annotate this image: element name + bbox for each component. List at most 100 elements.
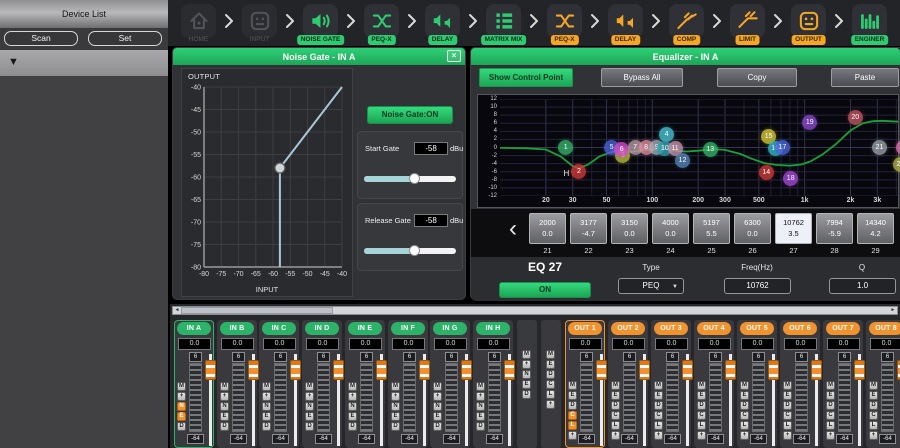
channel-button-d[interactable]: D: [305, 422, 314, 431]
eqbars-icon[interactable]: [852, 4, 887, 38]
channel-button-e[interactable]: E: [568, 391, 577, 400]
channel-button-d[interactable]: D: [697, 401, 706, 410]
eq-band-cell-26[interactable]: 63000.0: [734, 213, 771, 244]
channel-button-e[interactable]: E: [654, 391, 663, 400]
channel-strip-in-c[interactable]: IN C0.0M+NED6-64: [259, 320, 299, 448]
channel-fader[interactable]: [418, 352, 430, 448]
master-button-e[interactable]: E: [522, 380, 531, 389]
fader-handle[interactable]: [639, 360, 650, 380]
noise-gate-power-button[interactable]: Noise Gate:ON: [367, 106, 453, 124]
channel-button-e[interactable]: E: [783, 391, 792, 400]
eq-band-cell-23[interactable]: 31500.0: [611, 213, 648, 244]
channel-fader[interactable]: [289, 352, 301, 448]
channel-button-d[interactable]: D: [568, 401, 577, 410]
channel-button-d[interactable]: D: [433, 422, 442, 431]
channel-button-m[interactable]: M: [568, 381, 577, 390]
channel-button-c[interactable]: C: [697, 411, 706, 420]
channel-fader[interactable]: [767, 352, 779, 448]
channel-strip-in-g[interactable]: IN G0.0M+NED6-64: [430, 320, 470, 448]
eq-band-cell-27[interactable]: 107623.5: [775, 213, 812, 244]
channel-button-plus[interactable]: +: [697, 431, 706, 440]
master-strip-1[interactable]: M+NED: [517, 320, 537, 448]
channel-button-d[interactable]: D: [826, 401, 835, 410]
channel-fader[interactable]: [460, 352, 472, 448]
channel-button-l[interactable]: L: [869, 421, 878, 430]
channel-strip-out-1[interactable]: OUT 10.0MEDCL+6-64: [565, 320, 605, 448]
master-button-l[interactable]: L: [546, 390, 555, 399]
channel-button-m[interactable]: M: [177, 382, 186, 391]
channel-button-e[interactable]: E: [433, 412, 442, 421]
channel-strip-out-3[interactable]: OUT 30.0MEDCL+6-64: [651, 320, 691, 448]
channel-button-m[interactable]: M: [220, 382, 229, 391]
channel-button-plus[interactable]: +: [826, 431, 835, 440]
channel-button-e[interactable]: E: [177, 412, 186, 421]
channel-value[interactable]: 0.0: [655, 338, 688, 350]
eq-freq-input[interactable]: 10762: [724, 278, 791, 294]
channel-button-c[interactable]: C: [611, 411, 620, 420]
channel-button-l[interactable]: L: [826, 421, 835, 430]
device-dropdown-bar[interactable]: ▼: [0, 50, 168, 76]
fader-handle[interactable]: [205, 360, 216, 380]
fader-handle[interactable]: [596, 360, 607, 380]
release-gate-value[interactable]: -58: [414, 214, 448, 227]
channel-strip-out-6[interactable]: OUT 60.0MEDCL+6-64: [780, 320, 820, 448]
channel-strip-in-d[interactable]: IN D0.0M+NED6-64: [302, 320, 342, 448]
eq-point-18[interactable]: 18: [783, 171, 798, 186]
channel-fader[interactable]: [681, 352, 693, 448]
delay-icon[interactable]: [608, 4, 643, 38]
toolbar-item-comp-8[interactable]: COMP: [656, 0, 717, 46]
channel-button-m[interactable]: M: [869, 381, 878, 390]
toolbar-item-delay-4[interactable]: DELAY: [412, 0, 473, 46]
fader-handle[interactable]: [682, 360, 693, 380]
channel-button-m[interactable]: M: [697, 381, 706, 390]
channel-button-c[interactable]: C: [568, 411, 577, 420]
channel-button-plus[interactable]: +: [305, 392, 314, 401]
channel-strip-in-a[interactable]: IN A0.0M+NED6-64: [174, 320, 214, 448]
channel-fader[interactable]: [638, 352, 650, 448]
channel-button-e[interactable]: E: [391, 412, 400, 421]
set-button[interactable]: Set: [88, 31, 162, 46]
channel-fader[interactable]: [724, 352, 736, 448]
fader-handle[interactable]: [333, 360, 344, 380]
channel-strip-out-2[interactable]: OUT 20.0MEDCL+6-64: [608, 320, 648, 448]
fader-handle[interactable]: [504, 360, 515, 380]
copy-button[interactable]: Copy: [717, 68, 797, 87]
eq-point-20[interactable]: 20: [848, 110, 863, 125]
home-icon[interactable]: [181, 4, 216, 38]
fader-handle[interactable]: [725, 360, 736, 380]
eq-band-cell-22[interactable]: 3177-4.7: [570, 213, 607, 244]
fader-handle[interactable]: [419, 360, 430, 380]
channel-button-m[interactable]: M: [654, 381, 663, 390]
fader-handle[interactable]: [811, 360, 822, 380]
channel-fader[interactable]: [896, 352, 900, 448]
channel-strip-in-e[interactable]: IN E0.0M+NED6-64: [345, 320, 385, 448]
channel-button-c[interactable]: C: [783, 411, 792, 420]
channel-button-m[interactable]: M: [826, 381, 835, 390]
channel-button-d[interactable]: D: [391, 422, 400, 431]
channel-button-e[interactable]: E: [869, 391, 878, 400]
channel-button-plus[interactable]: +: [262, 392, 271, 401]
channel-button-plus[interactable]: +: [783, 431, 792, 440]
channel-button-n[interactable]: N: [262, 402, 271, 411]
channel-button-n[interactable]: N: [433, 402, 442, 411]
channel-strip-in-h[interactable]: IN H0.0M+NED6-64: [473, 320, 513, 448]
toolbar-item-input-1[interactable]: INPUT: [229, 0, 290, 46]
channel-strip-out-5[interactable]: OUT 50.0MEDCL+6-64: [737, 320, 777, 448]
channel-button-m[interactable]: M: [391, 382, 400, 391]
channel-value[interactable]: 0.0: [349, 338, 382, 350]
channel-strip-out-7[interactable]: OUT 70.0MEDCL+6-64: [823, 320, 863, 448]
channel-button-n[interactable]: N: [476, 402, 485, 411]
channel-button-plus[interactable]: +: [568, 431, 577, 440]
channel-value[interactable]: 0.0: [784, 338, 817, 350]
channel-value[interactable]: 0.0: [477, 338, 510, 350]
toolbar-item-enginer-11[interactable]: ENGINER: [839, 0, 900, 46]
channel-button-e[interactable]: E: [697, 391, 706, 400]
channel-button-e[interactable]: E: [305, 412, 314, 421]
channel-button-plus[interactable]: +: [433, 392, 442, 401]
mixer-scrollbar-thumb[interactable]: [181, 307, 333, 314]
channel-button-m[interactable]: M: [476, 382, 485, 391]
channel-strip-out-4[interactable]: OUT 40.0MEDCL+6-64: [694, 320, 734, 448]
channel-button-plus[interactable]: +: [740, 431, 749, 440]
fader-handle[interactable]: [376, 360, 387, 380]
toolbar-item-home-0[interactable]: HOME: [168, 0, 229, 46]
